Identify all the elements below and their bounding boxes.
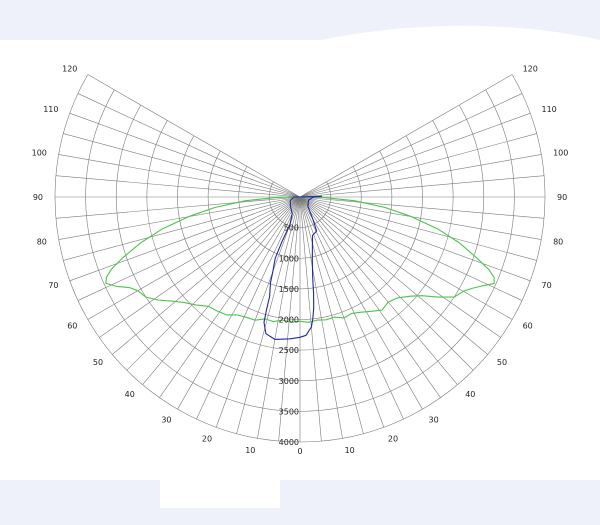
angle-label-right-5: 70 — [542, 281, 552, 290]
grid-spoke-47 — [299, 112, 531, 198]
grid-spoke-31 — [299, 196, 423, 410]
grid-spoke-45 — [299, 154, 542, 198]
polar-chart: 1201101009080706050403020101201101009080… — [32, 65, 569, 457]
angle-label-left-2: 100 — [32, 148, 47, 157]
grid-spoke-44 — [299, 175, 545, 198]
grid-spoke-1 — [87, 74, 301, 198]
angle-label-right-11: 10 — [345, 446, 355, 455]
grid-spoke-4 — [63, 133, 301, 198]
angle-label-right-0: 120 — [523, 65, 538, 74]
grid-spoke-10 — [63, 196, 301, 261]
angle-label-left-0: 120 — [62, 65, 77, 74]
angle-label-bottom: 0 — [297, 447, 302, 456]
radial-label-1000: 1000 — [279, 254, 299, 263]
angle-label-left-5: 70 — [48, 281, 58, 290]
angle-label-left-10: 20 — [202, 435, 212, 444]
grid-spoke-49 — [299, 74, 513, 198]
grid-spoke-48 — [299, 93, 523, 198]
grid-spoke-6 — [55, 175, 301, 198]
radial-label-3000: 3000 — [279, 377, 299, 386]
angle-label-right-6: 60 — [523, 322, 533, 331]
grid-spoke-8 — [55, 196, 301, 219]
grid-spoke-29 — [299, 196, 385, 428]
grid-spoke-2 — [77, 93, 301, 198]
angle-label-left-11: 10 — [245, 446, 255, 455]
angle-label-right-3: 90 — [557, 193, 567, 202]
grid-spoke-3 — [69, 112, 301, 198]
angle-label-left-6: 60 — [67, 322, 77, 331]
angle-label-left-1: 110 — [43, 105, 58, 114]
angle-label-left-3: 90 — [33, 193, 43, 202]
grid-spoke-37 — [299, 196, 513, 320]
angle-label-right-7: 50 — [497, 358, 507, 367]
angle-label-right-2: 100 — [553, 148, 568, 157]
grid-spoke-39 — [299, 196, 531, 282]
radial-label-3500: 3500 — [279, 407, 299, 416]
angle-label-right-8: 40 — [465, 390, 475, 399]
radial-label-500: 500 — [284, 224, 299, 233]
angle-label-right-1: 110 — [542, 105, 557, 114]
angle-label-left-9: 30 — [161, 416, 171, 425]
radial-label-4000: 4000 — [279, 438, 299, 447]
angle-label-left-7: 50 — [93, 358, 103, 367]
polar-grid — [54, 74, 546, 443]
radial-label-2000: 2000 — [279, 316, 299, 325]
grid-spoke-5 — [58, 154, 301, 198]
angle-label-left-4: 80 — [37, 238, 47, 247]
grid-spoke-11 — [69, 196, 301, 282]
grid-spoke-26 — [299, 196, 322, 442]
radial-label-2500: 2500 — [279, 346, 299, 355]
radial-label-1500: 1500 — [279, 285, 299, 294]
angle-label-left-8: 40 — [125, 390, 135, 399]
grid-spoke-40 — [299, 196, 537, 261]
angle-label-right-10: 20 — [388, 435, 398, 444]
angle-label-right-9: 30 — [429, 416, 439, 425]
grid-spoke-46 — [299, 133, 537, 198]
angle-label-right-4: 80 — [553, 238, 563, 247]
grid-spoke-30 — [299, 196, 404, 420]
grid-spoke-42 — [299, 196, 545, 219]
grid-spoke-28 — [299, 196, 364, 434]
